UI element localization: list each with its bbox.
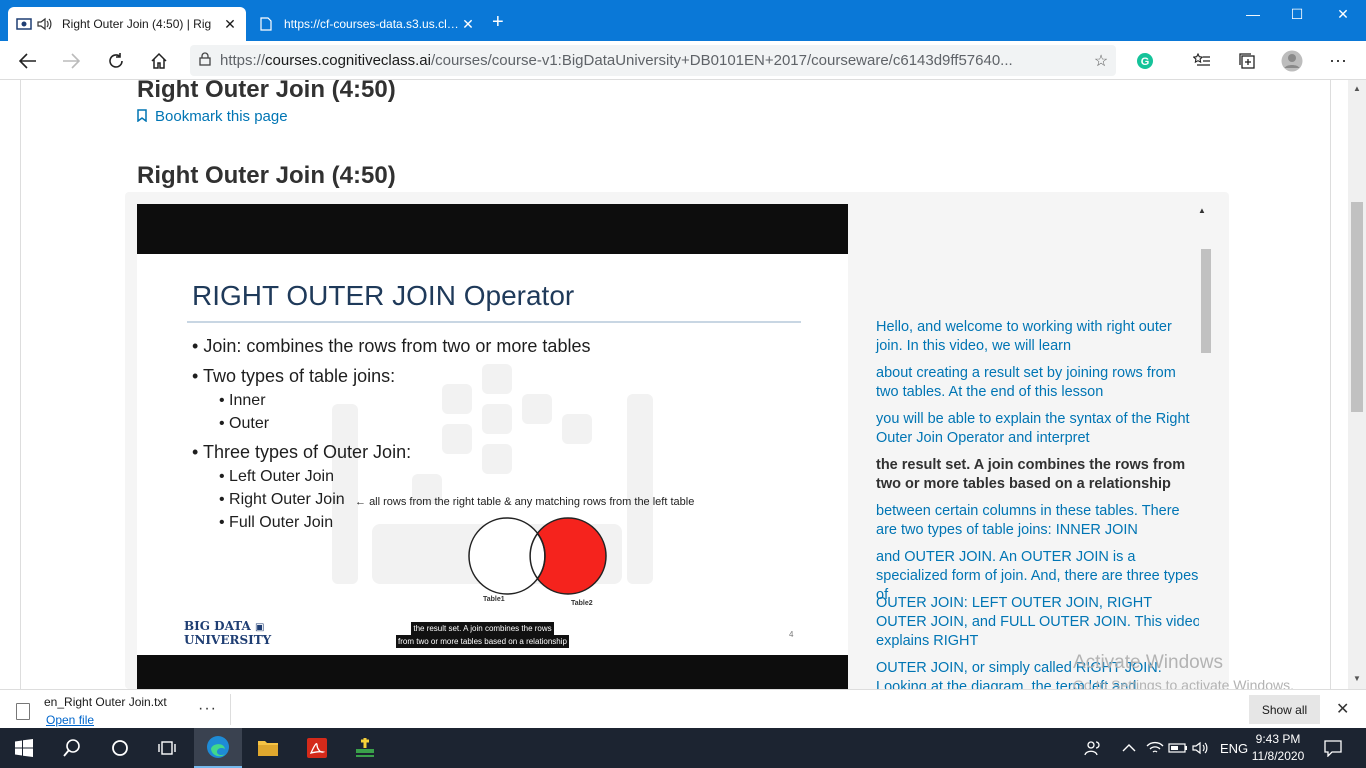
tab-title: https://cf-courses-data.s3.us.clou xyxy=(284,17,460,31)
edge-browser-icon[interactable] xyxy=(194,728,242,768)
close-window-icon[interactable]: ✕ xyxy=(1320,6,1366,23)
cortana-icon[interactable] xyxy=(96,728,144,768)
divider xyxy=(230,694,231,725)
venn-label-table1: Table1 xyxy=(483,596,505,603)
svg-text:G: G xyxy=(1141,56,1150,68)
close-tab-icon[interactable]: ✕ xyxy=(222,16,238,33)
minimize-icon[interactable]: — xyxy=(1230,6,1276,22)
profile-avatar-icon[interactable] xyxy=(1280,49,1304,73)
open-file-link[interactable]: Open file xyxy=(46,713,94,727)
tab-title: Right Outer Join (4:50) | Rig xyxy=(62,17,212,31)
favorites-list-icon[interactable] xyxy=(1190,49,1214,73)
page-scroll-thumb[interactable] xyxy=(1351,202,1363,412)
back-icon[interactable] xyxy=(16,49,40,73)
clock-time: 9:43 PM xyxy=(1255,732,1301,746)
windows-start-icon[interactable] xyxy=(0,728,48,768)
bookmark-icon xyxy=(137,108,147,125)
url-text: https://courses.cognitiveclass.ai/course… xyxy=(220,52,1013,69)
big-data-university-logo: BIG DATA ▣ UNIVERSITY xyxy=(184,619,272,647)
slide-number: 4 xyxy=(789,630,794,639)
video-caption: the result set. A join combines the rows… xyxy=(396,622,569,648)
slide-divider xyxy=(187,321,801,323)
venn-label-table2: Table2 xyxy=(571,600,593,607)
transcript-scroll-thumb[interactable] xyxy=(1201,249,1211,353)
bookmark-button[interactable]: Bookmark this page xyxy=(137,108,288,125)
transcript-line[interactable]: OUTER JOIN: LEFT OUTER JOIN, RIGHT OUTER… xyxy=(876,594,1199,651)
slide-annotation: ← all rows from the right table & any ma… xyxy=(355,496,695,508)
show-hidden-icons-icon[interactable] xyxy=(1122,728,1136,768)
battery-icon[interactable] xyxy=(1168,728,1188,768)
windows-taskbar: ENG 9:43 PM 11/8/2020 xyxy=(0,728,1366,768)
scroll-down-icon[interactable]: ▼ xyxy=(1348,674,1366,683)
sub-bullet-item: • Right Outer Join xyxy=(219,491,345,508)
sub-bullet-item: • Outer xyxy=(219,415,270,432)
notifications-icon[interactable] xyxy=(1324,728,1342,768)
transcript-panel: Hello, and welcome to working with right… xyxy=(862,204,1199,689)
course-page: Right Outer Join (4:50) Bookmark this pa… xyxy=(20,80,1331,689)
collections-icon[interactable] xyxy=(1235,49,1259,73)
clock-date: 11/8/2020 xyxy=(1251,749,1305,763)
input-language[interactable]: ENG xyxy=(1220,728,1248,768)
lock-icon[interactable] xyxy=(190,52,220,69)
text-file-icon xyxy=(16,703,30,720)
slide-title: RIGHT OUTER JOIN Operator xyxy=(192,280,575,311)
more-menu-icon[interactable]: ⋯ xyxy=(1326,49,1350,73)
bullet-item: • Join: combines the rows from two or mo… xyxy=(192,336,591,356)
page-title: Right Outer Join (4:50) xyxy=(137,80,396,103)
download-more-icon[interactable]: ··· xyxy=(198,700,217,718)
video-player[interactable]: RIGHT OUTER JOIN Operator • Join: combin… xyxy=(137,204,848,689)
transcript-scrollbar[interactable]: ▲ xyxy=(1198,204,1212,689)
tab-active[interactable]: Right Outer Join (4:50) | Rig ✕ xyxy=(8,7,246,41)
venn-diagram: Table1 Table2 xyxy=(468,517,607,607)
favorite-star-icon[interactable]: ☆ xyxy=(1086,51,1116,71)
speaker-icon[interactable] xyxy=(36,16,52,32)
transcript-line[interactable]: between certain columns in these tables.… xyxy=(876,502,1199,540)
bullet-item: • Three types of Outer Join: xyxy=(192,442,412,462)
video-slide: RIGHT OUTER JOIN Operator • Join: combin… xyxy=(137,254,848,655)
tab-inactive[interactable]: https://cf-courses-data.s3.us.clou ✕ xyxy=(250,7,484,41)
bookmark-label: Bookmark this page xyxy=(155,108,288,125)
transcript-line[interactable]: about creating a result set by joining r… xyxy=(876,364,1199,402)
activate-windows-title: Activate Windows xyxy=(1073,652,1223,673)
bullet-item: • Two types of table joins: xyxy=(192,366,396,386)
show-all-button[interactable]: Show all xyxy=(1249,695,1320,724)
tab-strip: Right Outer Join (4:50) | Rig ✕ https://… xyxy=(0,0,1366,41)
app-installer-icon[interactable] xyxy=(341,728,389,768)
people-icon[interactable] xyxy=(1084,728,1102,768)
task-view-icon[interactable] xyxy=(144,728,192,768)
course-favicon-icon xyxy=(16,16,32,32)
download-bar: en_Right Outer Join.txt Open file ··· Sh… xyxy=(0,689,1366,728)
file-explorer-icon[interactable] xyxy=(244,728,292,768)
maximize-icon[interactable]: ☐ xyxy=(1274,6,1320,23)
address-bar[interactable]: https://courses.cognitiveclass.ai/course… xyxy=(190,45,1116,76)
wifi-icon[interactable] xyxy=(1146,728,1164,768)
system-clock[interactable]: 9:43 PM 11/8/2020 xyxy=(1248,731,1308,765)
sub-bullet-item: • Left Outer Join xyxy=(219,468,334,485)
scroll-up-icon[interactable]: ▲ xyxy=(1198,206,1206,215)
pdf-reader-icon[interactable] xyxy=(293,728,341,768)
video-module: RIGHT OUTER JOIN Operator • Join: combin… xyxy=(125,192,1229,689)
volume-icon[interactable] xyxy=(1192,728,1210,768)
transcript-line-current[interactable]: the result set. A join combines the rows… xyxy=(876,456,1199,494)
grammarly-icon[interactable]: G xyxy=(1133,49,1157,73)
sub-bullet-item: • Full Outer Join xyxy=(219,514,334,531)
page-icon xyxy=(258,16,274,32)
search-icon[interactable] xyxy=(48,728,96,768)
video-title: Right Outer Join (4:50) xyxy=(137,162,396,189)
transcript-line[interactable]: Hello, and welcome to working with right… xyxy=(876,318,1199,356)
venn-left-circle xyxy=(468,517,546,595)
forward-icon[interactable] xyxy=(59,49,83,73)
home-icon[interactable] xyxy=(147,49,171,73)
new-tab-icon[interactable]: + xyxy=(492,12,504,32)
transcript-line[interactable]: you will be able to explain the syntax o… xyxy=(876,410,1199,448)
download-filename[interactable]: en_Right Outer Join.txt xyxy=(44,695,167,709)
scroll-up-icon[interactable]: ▲ xyxy=(1348,84,1366,93)
close-tab-icon[interactable]: ✕ xyxy=(460,16,476,33)
browser-toolbar: https://courses.cognitiveclass.ai/course… xyxy=(0,41,1366,80)
refresh-icon[interactable] xyxy=(104,49,128,73)
page-scrollbar[interactable]: ▲ ▼ xyxy=(1348,80,1366,689)
sub-bullet-item: • Inner xyxy=(219,392,266,409)
close-download-bar-icon[interactable]: ✕ xyxy=(1336,699,1349,719)
